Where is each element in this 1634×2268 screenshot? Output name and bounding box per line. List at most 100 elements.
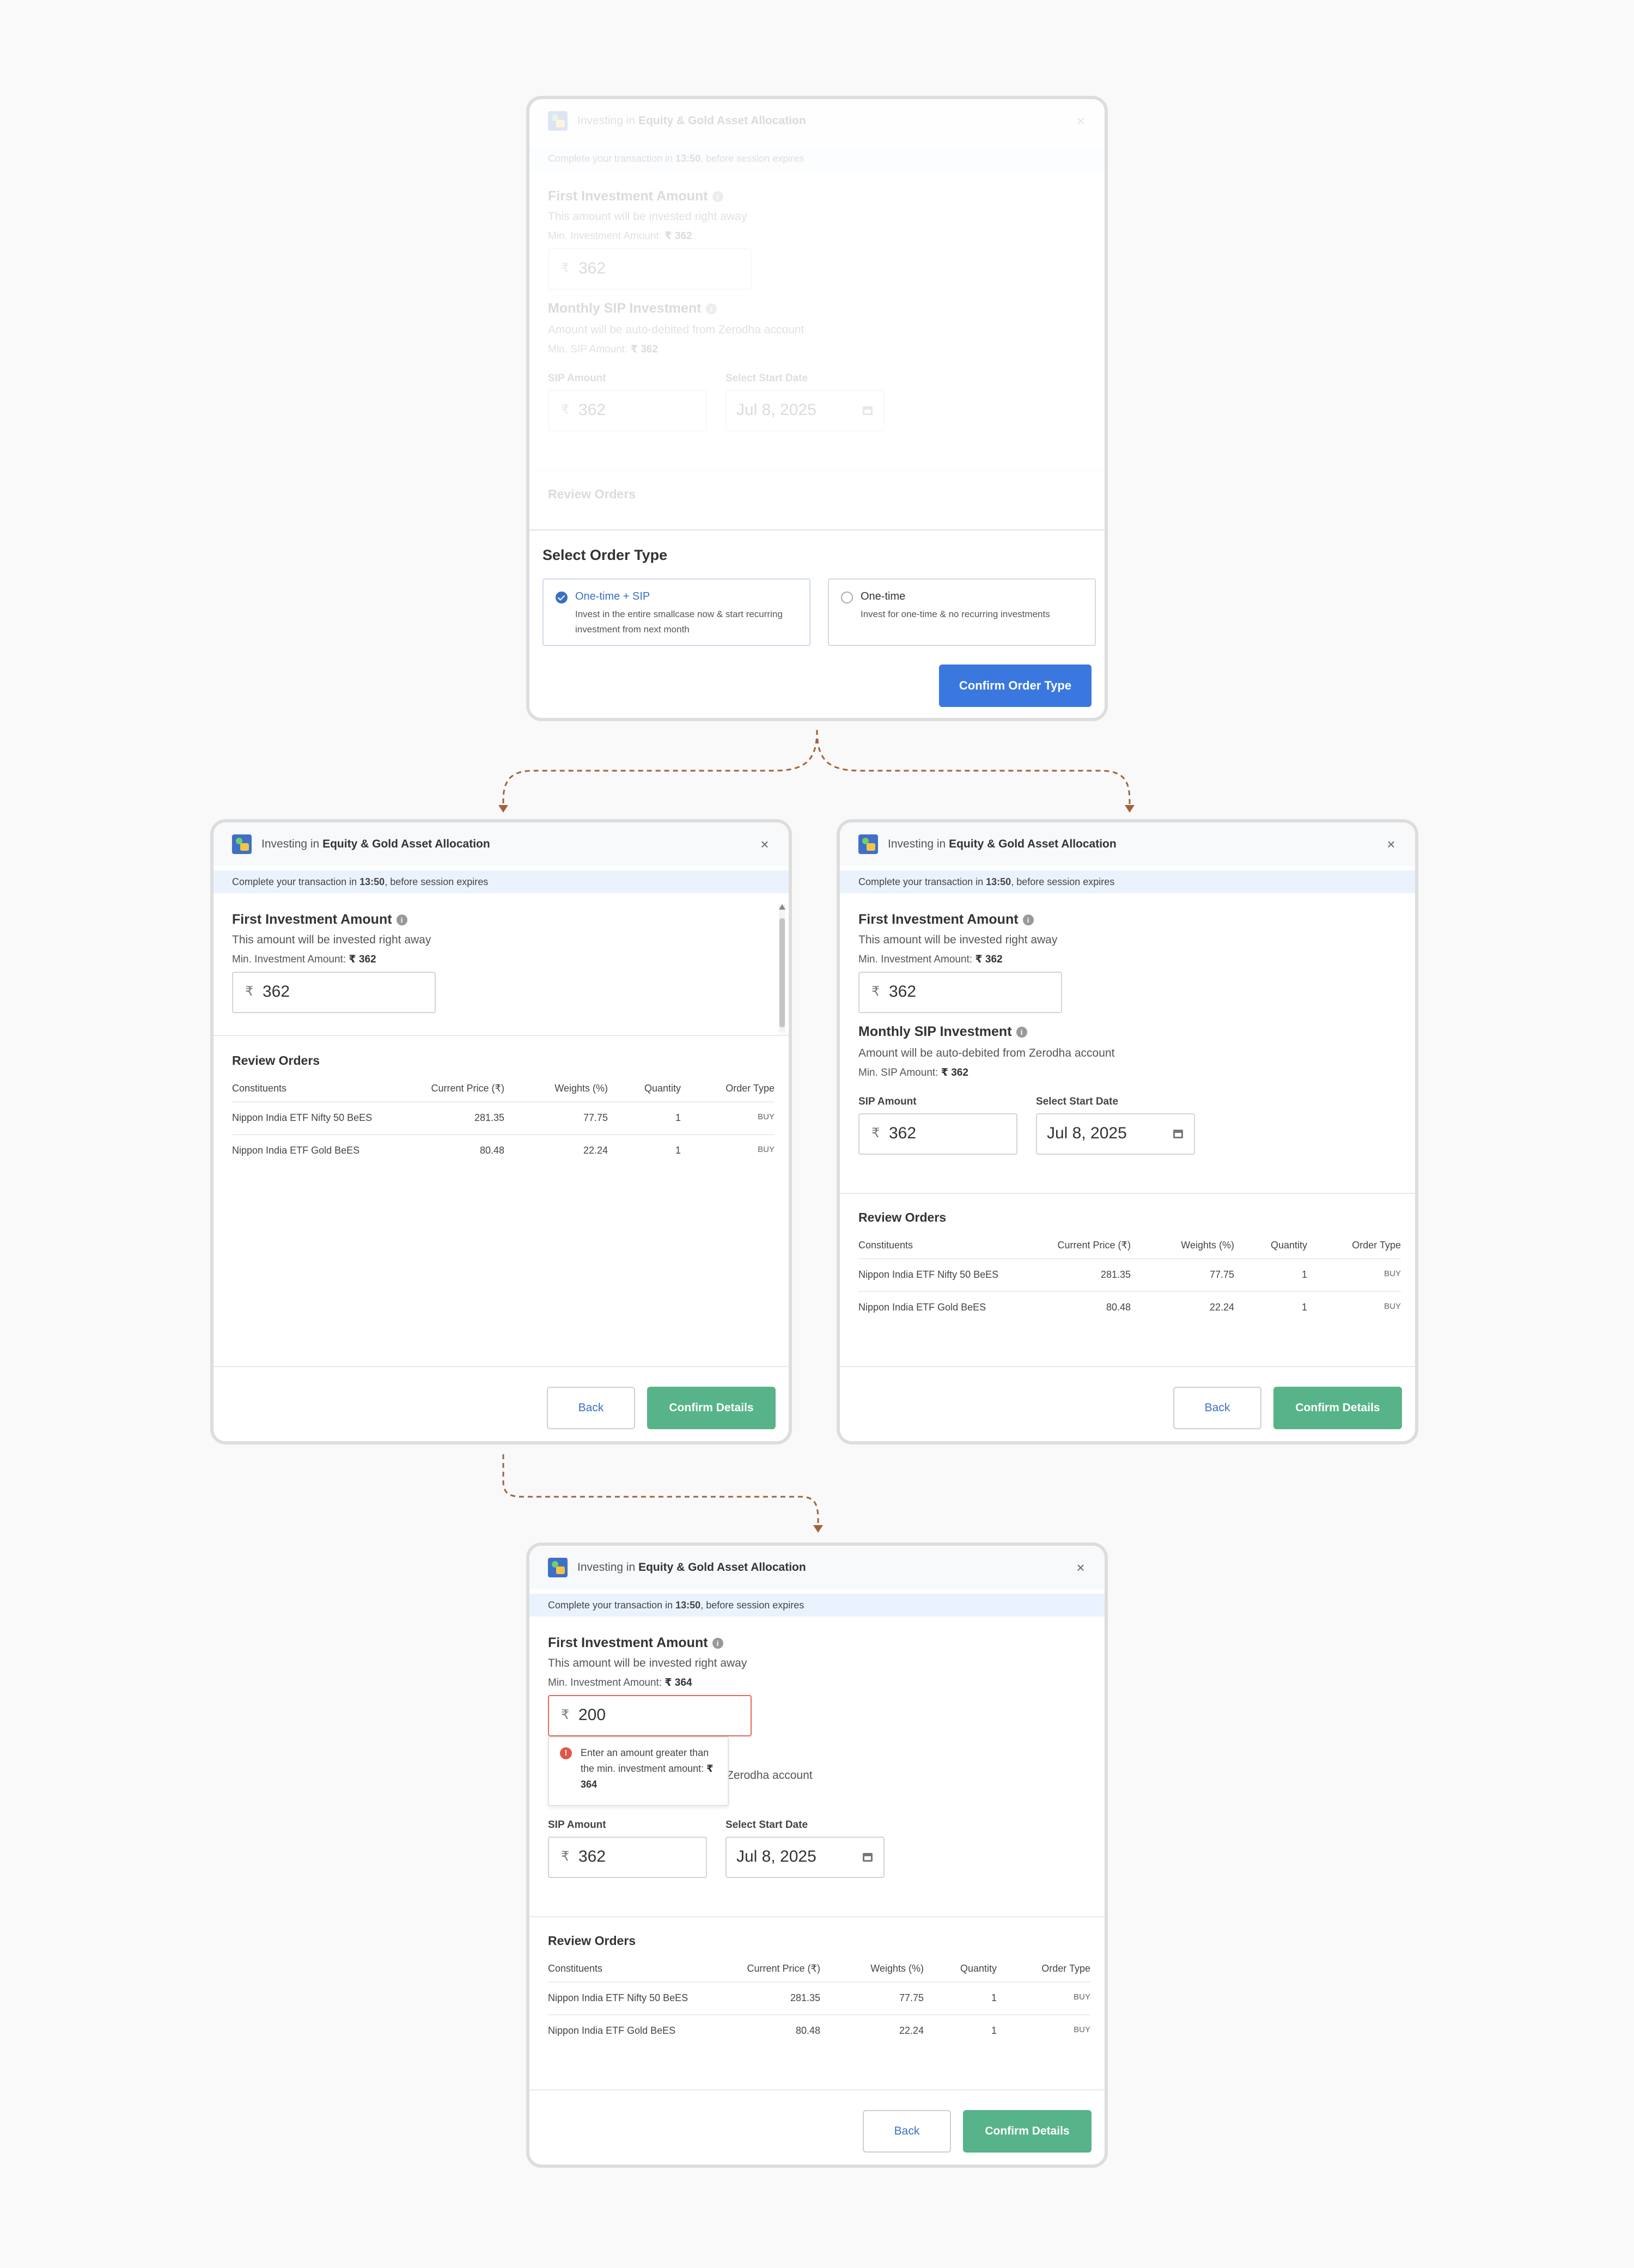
- first-investment-input[interactable]: ₹362: [548, 248, 752, 290]
- modal-validation-error: Investing in Equity & Gold Asset Allocat…: [526, 1543, 1108, 2168]
- info-icon[interactable]: i: [705, 303, 717, 314]
- scrollbar-thumb[interactable]: [779, 918, 785, 1027]
- cell-weight: 22.24: [899, 2025, 924, 2036]
- close-icon[interactable]: ×: [755, 834, 775, 854]
- calendar-icon: [863, 1853, 873, 1862]
- session-banner: Complete your transaction in 13:50, befo…: [529, 1594, 1105, 1617]
- table-row: Nippon India ETF Nifty 50 BeES 281.35 77…: [858, 1258, 1401, 1291]
- start-date-picker[interactable]: Jul 8, 2025: [725, 1837, 885, 1878]
- cell-type: BUY: [758, 1112, 775, 1121]
- session-banner: Complete your transaction in 13:50, befo…: [214, 870, 789, 893]
- cell-weight: 77.75: [583, 1112, 608, 1123]
- info-icon[interactable]: i: [1016, 1027, 1027, 1038]
- confirm-details-button[interactable]: Confirm Details: [647, 1387, 776, 1429]
- sip-amount-input[interactable]: ₹362: [548, 1837, 707, 1878]
- option-desc: Invest in the entire smallcase now & sta…: [575, 609, 783, 635]
- review-orders-title: Review Orders: [858, 1210, 947, 1224]
- cell-qty: 1: [675, 1145, 681, 1156]
- first-investment-input[interactable]: ₹362: [232, 972, 436, 1013]
- col-order-type: Order Type: [1352, 1240, 1401, 1251]
- min-sip-text: Min. SIP Amount: ₹ 362: [548, 344, 658, 355]
- cell-weight: 22.24: [583, 1145, 608, 1156]
- table-row: Nippon India ETF Nifty 50 BeES 281.35 77…: [548, 1982, 1090, 2014]
- table-row: Nippon India ETF Gold BeES 80.48 22.24 1…: [858, 1291, 1401, 1324]
- cell-name: Nippon India ETF Gold BeES: [548, 2025, 676, 2036]
- first-investment-sub: This amount will be invested right away: [232, 934, 431, 946]
- radio-unselected-icon[interactable]: [841, 592, 853, 603]
- cell-type: BUY: [758, 1145, 775, 1154]
- modal-one-time-sip: Investing in Equity & Gold Asset Allocat…: [837, 819, 1418, 1444]
- min-investment-text: Min. Investment Amount: ₹ 364: [548, 1677, 692, 1688]
- close-icon[interactable]: ×: [1071, 111, 1090, 131]
- option-label: One-time: [861, 590, 906, 602]
- cell-price: 80.48: [1106, 1302, 1131, 1313]
- first-investment-input[interactable]: ₹200: [548, 1695, 752, 1736]
- start-date-label: Select Start Date: [1036, 1096, 1119, 1107]
- sip-amount-input[interactable]: ₹362: [548, 390, 707, 431]
- cell-qty: 1: [1301, 1269, 1307, 1280]
- min-sip-text: Min. SIP Amount: ₹ 362: [858, 1067, 968, 1078]
- info-icon[interactable]: i: [396, 914, 407, 925]
- back-button[interactable]: Back: [547, 1387, 635, 1429]
- scrollbar[interactable]: [779, 904, 785, 1033]
- first-investment-input[interactable]: ₹362: [858, 972, 1062, 1013]
- divider: [840, 1193, 1415, 1194]
- radio-selected-icon[interactable]: [556, 592, 568, 603]
- option-one-time-sip[interactable]: One-time + SIP Invest in the entire smal…: [542, 578, 810, 646]
- cell-name: Nippon India ETF Nifty 50 BeES: [232, 1112, 373, 1123]
- cell-qty: 1: [675, 1112, 681, 1123]
- calendar-icon: [863, 406, 873, 415]
- start-date-picker[interactable]: Jul 8, 2025: [1036, 1113, 1195, 1155]
- back-button[interactable]: Back: [863, 2110, 951, 2153]
- cell-price: 80.48: [479, 1145, 504, 1156]
- divider: [529, 470, 1105, 471]
- error-text: Enter an amount greater than the min. in…: [581, 1747, 714, 1790]
- table-header: Constituents Current Price (₹) Weights (…: [548, 1956, 1090, 1982]
- first-investment-sub: This amount will be invested right away: [858, 934, 1058, 946]
- modal-header: Investing in Equity & Gold Asset Allocat…: [214, 822, 789, 866]
- col-constituents: Constituents: [232, 1083, 287, 1094]
- smallcase-logo-icon: [858, 834, 878, 854]
- review-orders-table: Constituents Current Price (₹) Weights (…: [858, 1233, 1401, 1324]
- cell-name: Nippon India ETF Nifty 50 BeES: [548, 1992, 688, 2003]
- start-date-label: Select Start Date: [725, 1819, 808, 1831]
- cell-name: Nippon India ETF Gold BeES: [232, 1145, 360, 1156]
- cell-name: Nippon India ETF Nifty 50 BeES: [858, 1269, 999, 1280]
- error-tooltip: ! Enter an amount greater than the min. …: [548, 1736, 729, 1806]
- sip-amount-input[interactable]: ₹362: [858, 1113, 1017, 1155]
- start-date-picker[interactable]: Jul 8, 2025: [725, 390, 885, 431]
- confirm-details-button[interactable]: Confirm Details: [1273, 1387, 1402, 1429]
- confirm-order-type-button[interactable]: Confirm Order Type: [939, 664, 1092, 707]
- cell-type: BUY: [1384, 1269, 1401, 1278]
- divider: [214, 1035, 789, 1036]
- min-investment-text: Min. Investment Amount: ₹ 362: [548, 230, 692, 242]
- cell-price: 281.35: [474, 1112, 504, 1123]
- footer-divider: [214, 1366, 789, 1367]
- info-icon[interactable]: i: [1022, 914, 1034, 925]
- modal-header: Investing in Equity & Gold Asset Allocat…: [840, 822, 1415, 866]
- sip-amount-label: SIP Amount: [548, 373, 606, 384]
- info-icon[interactable]: i: [712, 191, 723, 202]
- info-icon[interactable]: i: [712, 1638, 723, 1649]
- flow-arrow-to-error-state: [502, 1454, 819, 1526]
- modal-one-time: Investing in Equity & Gold Asset Allocat…: [210, 819, 792, 1444]
- first-investment-title: First Investment Amount i: [548, 1635, 723, 1651]
- col-current-price: Current Price (₹): [431, 1083, 504, 1094]
- review-orders-title: Review Orders: [548, 487, 636, 501]
- close-icon[interactable]: ×: [1381, 834, 1401, 854]
- table-header: Constituents Current Price (₹) Weights (…: [232, 1076, 775, 1101]
- cell-price: 281.35: [1100, 1269, 1131, 1280]
- smallcase-logo-icon: [548, 111, 568, 131]
- cell-qty: 1: [1301, 1302, 1307, 1313]
- scroll-up-icon[interactable]: [779, 904, 785, 910]
- option-one-time[interactable]: One-time Invest for one-time & no recurr…: [828, 578, 1096, 646]
- close-icon[interactable]: ×: [1071, 1558, 1090, 1577]
- sip-amount-label: SIP Amount: [548, 1819, 606, 1831]
- confirm-details-button[interactable]: Confirm Details: [963, 2110, 1092, 2153]
- session-banner: Complete your transaction in 13:50, befo…: [529, 147, 1105, 170]
- flow-arrow-to-one-time-sip: [816, 729, 1131, 806]
- modal-title: Investing in Equity & Gold Asset Allocat…: [577, 1561, 806, 1574]
- monthly-sip-sub: Amount will be auto-debited from Zerodha…: [548, 324, 804, 336]
- col-quantity: Quantity: [1270, 1240, 1307, 1251]
- back-button[interactable]: Back: [1173, 1387, 1261, 1429]
